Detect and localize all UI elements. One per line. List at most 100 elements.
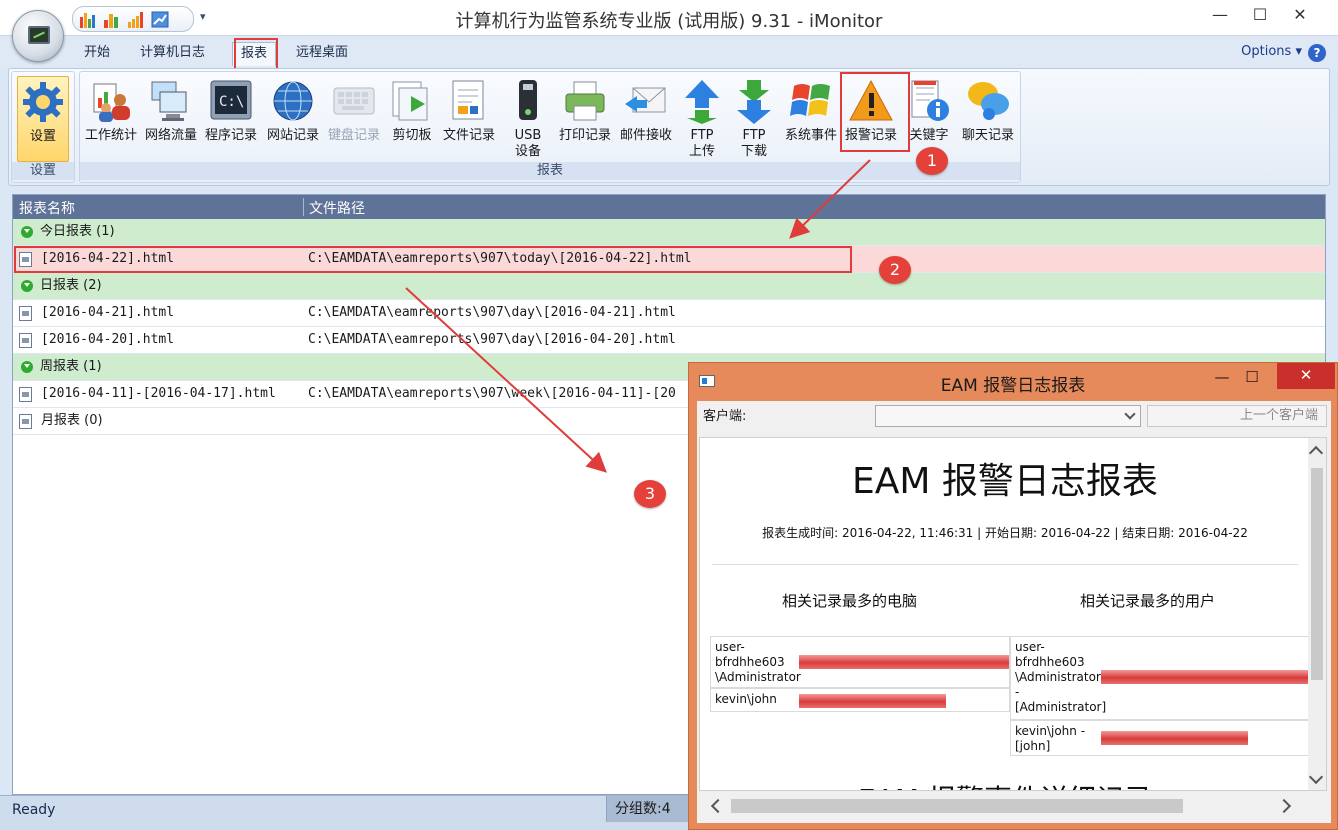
top-computers-heading: 相关记录最多的电脑 bbox=[782, 592, 918, 610]
user-name: kevin\john - [john] bbox=[1015, 724, 1086, 753]
file-log-label: 文件记录 bbox=[442, 128, 495, 143]
ftp-download-button[interactable]: FTP 下载 bbox=[730, 76, 778, 162]
ftp-download-icon bbox=[731, 78, 777, 124]
program-log-icon: C:\ bbox=[208, 78, 254, 124]
system-events-icon bbox=[788, 78, 834, 124]
mail-receive-button[interactable]: 邮件接收 bbox=[616, 76, 676, 162]
popup-maximize-button[interactable]: ☐ bbox=[1237, 365, 1267, 389]
file-icon bbox=[19, 333, 32, 348]
client-select[interactable] bbox=[875, 405, 1141, 427]
user-name: user- bfrdhhe603 \Administrator - [Admin… bbox=[1015, 640, 1107, 714]
table-row[interactable]: [2016-04-21].html C:\EAMDATA\eamreports\… bbox=[13, 300, 1325, 327]
tab-start[interactable]: 开始 bbox=[76, 42, 118, 66]
popup-minimize-button[interactable]: — bbox=[1207, 365, 1237, 389]
website-log-button[interactable]: 网站记录 bbox=[264, 76, 322, 162]
table-row[interactable]: [2016-04-20].html C:\EAMDATA\eamreports\… bbox=[13, 327, 1325, 354]
keyboard-log-button[interactable]: 键盘记录 bbox=[324, 76, 384, 162]
system-events-button[interactable]: 系统事件 bbox=[782, 76, 840, 162]
file-log-icon bbox=[446, 78, 492, 124]
ftp-upload-icon bbox=[679, 78, 725, 124]
ftp-upload-button[interactable]: FTP 上传 bbox=[678, 76, 726, 162]
status-text: Ready bbox=[12, 802, 56, 818]
options-menu[interactable]: Options ▾ bbox=[1241, 44, 1302, 59]
list-header: 报表名称 文件路径 bbox=[13, 195, 1325, 219]
horizontal-scrollbar[interactable] bbox=[699, 793, 1327, 819]
annotation-badge-2: 2 bbox=[879, 256, 911, 284]
application-menu-button[interactable] bbox=[12, 10, 64, 62]
alert-log-highlight bbox=[840, 72, 910, 152]
chevron-down-icon bbox=[1124, 408, 1136, 420]
top-users-heading: 相关记录最多的用户 bbox=[1080, 592, 1216, 610]
divider bbox=[712, 564, 1298, 565]
clipboard-label: 剪切板 bbox=[392, 128, 432, 143]
report-path: C:\EAMDATA\eamreports\907\day\[2016-04-2… bbox=[308, 332, 676, 347]
usb-device-icon bbox=[505, 78, 551, 124]
help-icon[interactable]: ? bbox=[1308, 44, 1326, 62]
column-report-name[interactable]: 报表名称 bbox=[19, 198, 75, 218]
network-traffic-button[interactable]: 网络流量 bbox=[142, 76, 200, 162]
alert-report-window: EAM 报警日志报表 — ☐ ✕ 客户端: 上一个客户端 EAM 报警日志报表 … bbox=[688, 362, 1338, 830]
chat-log-button[interactable]: 聊天记录 bbox=[958, 76, 1018, 162]
popup-close-button[interactable]: ✕ bbox=[1277, 363, 1335, 389]
annotation-badge-3: 3 bbox=[634, 480, 666, 508]
group-row-daily[interactable]: 日报表 (2) bbox=[13, 273, 1325, 300]
file-icon bbox=[19, 306, 32, 321]
work-stats-button[interactable]: 工作统计 bbox=[82, 76, 140, 162]
scroll-down-icon[interactable] bbox=[1308, 769, 1324, 785]
scroll-right-icon[interactable] bbox=[1276, 798, 1292, 814]
website-log-icon bbox=[270, 78, 316, 124]
scroll-thumb[interactable] bbox=[731, 799, 1183, 813]
group-row-today[interactable]: 今日报表 (1) bbox=[13, 219, 1325, 246]
work-stats-label: 工作统计 bbox=[84, 128, 137, 143]
computer-name: user- bfrdhhe603 \Administrator bbox=[715, 640, 801, 684]
file-log-button[interactable]: 文件记录 bbox=[440, 76, 498, 162]
keyword-label: 关键字 bbox=[909, 128, 949, 143]
settings-group-label: 设置 bbox=[12, 162, 74, 180]
report-document[interactable]: EAM 报警日志报表 报表生成时间: 2016-04-22, 11:46:31 … bbox=[699, 437, 1327, 791]
tab-computer-log[interactable]: 计算机日志 bbox=[132, 42, 213, 66]
system-events-label: 系统事件 bbox=[784, 128, 837, 143]
report-title: EAM 报警日志报表 bbox=[852, 461, 1158, 502]
column-separator[interactable] bbox=[303, 198, 304, 216]
annotation-badge-1: 1 bbox=[916, 147, 948, 175]
network-traffic-icon bbox=[148, 78, 194, 124]
print-log-icon bbox=[562, 78, 608, 124]
expand-icon[interactable] bbox=[21, 226, 33, 238]
client-label: 客户端: bbox=[703, 409, 747, 424]
program-log-button[interactable]: C:\ 程序记录 bbox=[202, 76, 260, 162]
svg-text:C:\: C:\ bbox=[219, 94, 244, 110]
ribbon-panel: 设置 设置 工作统计 网络流量 C:\ 程序记录 网站记录 键盘记录 剪切板 文… bbox=[8, 68, 1330, 186]
popup-title-bar: EAM 报警日志报表 — ☐ ✕ bbox=[689, 363, 1337, 399]
mail-receive-label: 邮件接收 bbox=[619, 128, 672, 143]
clipboard-icon bbox=[389, 78, 435, 124]
expand-icon[interactable] bbox=[21, 361, 33, 373]
report-name: 月报表 (0) bbox=[41, 413, 103, 428]
popup-body: 客户端: 上一个客户端 EAM 报警日志报表 报表生成时间: 2016-04-2… bbox=[697, 401, 1331, 823]
report-path: C:\EAMDATA\eamreports\907\week\[2016-04-… bbox=[308, 386, 676, 401]
tab-remote-desktop[interactable]: 远程桌面 bbox=[288, 42, 356, 66]
close-button[interactable]: ✕ bbox=[1280, 0, 1320, 30]
maximize-button[interactable]: ☐ bbox=[1240, 0, 1280, 30]
monitor-icon bbox=[28, 26, 50, 44]
keyboard-log-icon bbox=[331, 78, 377, 124]
print-log-button[interactable]: 打印记录 bbox=[556, 76, 614, 162]
group-name: 日报表 (2) bbox=[40, 278, 102, 293]
minimize-button[interactable]: — bbox=[1200, 0, 1240, 30]
options-label: Options bbox=[1241, 44, 1292, 59]
settings-button[interactable]: 设置 bbox=[17, 76, 69, 162]
scroll-up-icon[interactable] bbox=[1308, 445, 1324, 461]
chat-log-label: 聊天记录 bbox=[961, 128, 1014, 143]
scroll-thumb[interactable] bbox=[1311, 468, 1323, 680]
column-file-path[interactable]: 文件路径 bbox=[309, 198, 365, 218]
previous-client-button[interactable]: 上一个客户端 bbox=[1147, 405, 1327, 427]
reports-group-label: 报表 bbox=[80, 162, 1020, 180]
computer-bar bbox=[799, 694, 946, 708]
usb-device-button[interactable]: USB 设备 bbox=[502, 76, 554, 162]
clipboard-button[interactable]: 剪切板 bbox=[386, 76, 438, 162]
vertical-scrollbar[interactable] bbox=[1308, 438, 1326, 790]
scroll-left-icon[interactable] bbox=[710, 798, 726, 814]
ribbon-tabs: 开始 计算机日志 报表 远程桌面 Options ▾ ? bbox=[0, 36, 1338, 68]
settings-button-label: 设置 bbox=[29, 129, 56, 144]
expand-icon[interactable] bbox=[21, 280, 33, 292]
program-log-label: 程序记录 bbox=[204, 128, 257, 143]
